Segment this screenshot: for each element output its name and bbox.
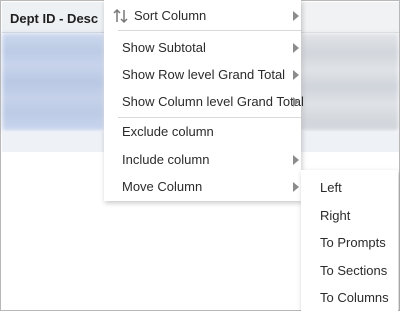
menu-item-sort-column[interactable]: Sort Column	[104, 2, 301, 28]
menu-item-move-column[interactable]: Move Column	[104, 173, 301, 199]
chevron-right-icon	[293, 97, 299, 107]
menu-item-show-row-grand-total[interactable]: Show Row level Grand Total	[104, 61, 301, 87]
chevron-right-icon	[293, 11, 299, 21]
menu-item-label: Show Subtotal	[122, 40, 206, 55]
chevron-right-icon	[293, 182, 299, 192]
submenu-item-right[interactable]: Right	[301, 201, 398, 228]
submenu-item-label: Left	[320, 180, 342, 195]
submenu-item-to-prompts[interactable]: To Prompts	[301, 228, 398, 255]
blurred-data-cells	[2, 33, 104, 131]
menu-item-label: Show Row level Grand Total	[122, 67, 286, 82]
column-header-label: Dept ID - Desc	[10, 11, 99, 26]
chevron-right-icon	[293, 70, 299, 80]
menu-item-label: Include column	[122, 152, 210, 167]
menu-item-label: Sort Column	[134, 8, 207, 23]
menu-item-show-column-grand-total[interactable]: Show Column level Grand Total	[104, 88, 304, 114]
menu-item-include-column[interactable]: Include column	[104, 146, 301, 172]
chevron-right-icon	[293, 155, 299, 165]
submenu-item-to-columns[interactable]: To Columns	[301, 283, 398, 310]
menu-item-label: Show Column level Grand Total	[122, 94, 304, 109]
submenu-item-label: To Sections	[320, 263, 388, 278]
blurred-data-cells-right	[301, 33, 399, 131]
move-column-submenu: Left Right To Prompts To Sections To Col…	[301, 170, 398, 311]
column-header-dept-id[interactable]: Dept ID - Desc	[2, 2, 104, 33]
menu-item-show-subtotal[interactable]: Show Subtotal	[104, 34, 301, 60]
menu-separator	[118, 30, 301, 31]
submenu-item-label: To Columns	[320, 290, 389, 305]
submenu-item-label: Right	[320, 208, 351, 223]
menu-item-label: Move Column	[122, 179, 203, 194]
menu-item-label: Exclude column	[122, 124, 214, 139]
menu-item-exclude-column[interactable]: Exclude column	[104, 118, 301, 144]
submenu-item-to-sections[interactable]: To Sections	[301, 256, 398, 283]
submenu-item-label: To Prompts	[320, 235, 386, 250]
sort-icon	[113, 8, 128, 24]
column-context-menu: Sort Column Show Subtotal Show Row level…	[104, 0, 304, 201]
chevron-right-icon	[293, 43, 299, 53]
submenu-item-left[interactable]: Left	[301, 173, 398, 200]
